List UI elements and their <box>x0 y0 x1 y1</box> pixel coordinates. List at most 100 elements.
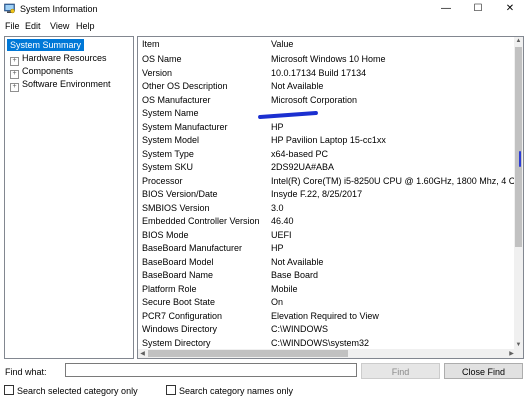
title-bar[interactable]: System Information — ☐ ✕ <box>0 0 526 18</box>
row-item-name: OS Manufacturer <box>142 94 211 105</box>
category-tree[interactable]: System Summary + Hardware Resources + Comp… <box>4 36 134 359</box>
table-row[interactable]: PCR7 Configuration Elevation Required to … <box>138 310 516 323</box>
tree-item-software-environment[interactable]: + Software Environment <box>10 78 111 92</box>
table-row[interactable]: Other OS Description Not Available <box>138 80 516 93</box>
table-row[interactable]: System Directory C:\WINDOWS\system32 <box>138 337 516 350</box>
row-item-name: BaseBoard Model <box>142 256 214 267</box>
row-item-value: 10.0.17134 Build 17134 <box>271 67 367 78</box>
pen-mark <box>519 151 521 167</box>
system-information-app-icon <box>4 3 15 14</box>
tree-item-label: Software Environment <box>22 79 111 89</box>
row-item-name: SMBIOS Version <box>142 202 210 213</box>
checkbox-label: Search category names only <box>179 386 294 396</box>
table-row[interactable]: BIOS Mode UEFI <box>138 229 516 242</box>
table-row[interactable]: System Name <box>138 107 516 120</box>
table-row[interactable]: SMBIOS Version 3.0 <box>138 202 516 215</box>
table-row[interactable]: System Model HP Pavilion Laptop 15-cc1xx <box>138 134 516 147</box>
table-row[interactable]: BaseBoard Model Not Available <box>138 256 516 269</box>
row-item-value: HP <box>271 121 284 132</box>
row-item-name: Platform Role <box>142 283 197 294</box>
row-item-name: Version <box>142 67 173 78</box>
table-row[interactable]: System Type x64-based PC <box>138 148 516 161</box>
row-item-name: System Model <box>142 135 200 145</box>
row-item-value: Insyde F.22, 8/25/2017 <box>271 189 363 199</box>
find-bar: Find what: Find Close Find Search select… <box>0 360 526 400</box>
tree-item-label: Hardware Resources <box>22 53 107 63</box>
vertical-scroll-thumb[interactable] <box>515 47 522 247</box>
close-window-button[interactable]: ✕ <box>494 0 526 18</box>
row-item-name: Embedded Controller Version <box>142 216 260 226</box>
horizontal-scrollbar[interactable]: ◀ ▶ <box>138 349 516 358</box>
row-item-name: BaseBoard Name <box>142 270 214 280</box>
tree-item-system-summary[interactable]: System Summary <box>7 39 85 51</box>
tree-item-label: Components <box>22 66 74 76</box>
checkbox-icon[interactable] <box>4 385 14 395</box>
row-item-value: C:\WINDOWS\system32 <box>271 337 370 348</box>
find-button[interactable]: Find <box>361 363 440 379</box>
vertical-scrollbar[interactable]: ▲ ▼ <box>514 37 523 358</box>
row-item-name: System Directory <box>142 337 211 348</box>
table-row[interactable]: Version 10.0.17134 Build 17134 <box>138 67 516 80</box>
minimize-button[interactable]: — <box>430 0 462 18</box>
row-item-name: System Type <box>142 148 194 159</box>
row-item-value: Mobile <box>271 283 298 294</box>
row-item-value: HP Pavilion Laptop 15-cc1xx <box>271 135 386 145</box>
scroll-down-arrow-icon[interactable]: ▼ <box>514 342 523 348</box>
row-item-value: HP <box>271 243 284 253</box>
row-item-name: Windows Directory <box>142 324 218 334</box>
row-item-value: Microsoft Windows 10 Home <box>271 54 386 64</box>
menu-help[interactable]: Help <box>76 21 95 31</box>
system-information-window: System Information — ☐ ✕ File Edit View … <box>0 0 526 400</box>
row-item-name: PCR7 Configuration <box>142 310 223 321</box>
row-item-name: OS Name <box>142 54 182 64</box>
table-row[interactable]: Platform Role Mobile <box>138 283 516 296</box>
row-item-value: UEFI <box>271 229 292 240</box>
checkbox-label: Search selected category only <box>17 386 138 396</box>
row-item-value: C:\WINDOWS <box>271 324 328 334</box>
menu-edit[interactable]: Edit <box>25 21 41 31</box>
row-item-value: 46.40 <box>271 216 294 226</box>
scroll-up-arrow-icon[interactable]: ▲ <box>514 38 523 44</box>
expand-icon[interactable]: + <box>10 83 19 92</box>
row-item-value: Elevation Required to View <box>271 310 379 321</box>
window-title: System Information <box>20 4 98 14</box>
table-row[interactable]: Windows Directory C:\WINDOWS <box>138 323 516 336</box>
find-what-label: Find what: <box>5 367 47 377</box>
checkbox-icon[interactable] <box>166 385 176 395</box>
menu-file[interactable]: File <box>5 21 20 31</box>
search-category-names-checkbox[interactable]: Search category names only <box>166 384 293 396</box>
row-item-value: Not Available <box>271 256 324 267</box>
table-row[interactable]: BaseBoard Manufacturer HP <box>138 242 516 255</box>
column-header-value[interactable]: Value <box>271 39 293 49</box>
table-row[interactable]: OS Name Microsoft Windows 10 Home <box>138 53 516 66</box>
table-row[interactable]: BaseBoard Name Base Board <box>138 269 516 282</box>
maximize-button[interactable]: ☐ <box>462 0 494 18</box>
menu-view[interactable]: View <box>50 21 69 31</box>
column-header-item[interactable]: Item <box>142 39 160 49</box>
table-row[interactable]: Processor Intel(R) Core(TM) i5-8250U CPU … <box>138 175 517 188</box>
horizontal-scroll-thumb[interactable] <box>148 350 348 357</box>
tree-item-components[interactable]: + Components <box>10 65 74 79</box>
row-item-name: Processor <box>142 175 183 186</box>
table-row[interactable]: OS Manufacturer Microsoft Corporation <box>138 94 516 107</box>
table-row[interactable]: System SKU 2DS92UA#ABA <box>138 161 516 174</box>
menu-bar: File Edit View Help <box>0 19 526 33</box>
table-row[interactable]: System Manufacturer HP <box>138 121 516 134</box>
row-item-value: x64-based PC <box>271 148 329 159</box>
close-find-button[interactable]: Close Find <box>444 363 523 379</box>
scroll-left-arrow-icon[interactable]: ◀ <box>138 350 147 357</box>
tree-item-hardware-resources[interactable]: + Hardware Resources <box>10 52 107 66</box>
search-selected-category-checkbox[interactable]: Search selected category only <box>4 384 138 396</box>
row-item-name: Secure Boot State <box>142 297 216 307</box>
row-item-name: BIOS Version/Date <box>142 189 218 199</box>
find-what-input[interactable] <box>65 363 357 377</box>
row-item-name: BIOS Mode <box>142 229 189 240</box>
row-item-name: BaseBoard Manufacturer <box>142 243 243 253</box>
table-row[interactable]: Embedded Controller Version 46.40 <box>138 215 516 228</box>
scroll-right-arrow-icon[interactable]: ▶ <box>507 350 516 357</box>
table-row[interactable]: BIOS Version/Date Insyde F.22, 8/25/2017 <box>138 188 516 201</box>
row-item-name: System Name <box>142 108 199 118</box>
table-row[interactable]: Secure Boot State On <box>138 296 516 309</box>
row-item-name: System SKU <box>142 162 194 172</box>
details-list[interactable]: Item Value OS Name Microsoft Windows 10 H… <box>137 36 524 359</box>
